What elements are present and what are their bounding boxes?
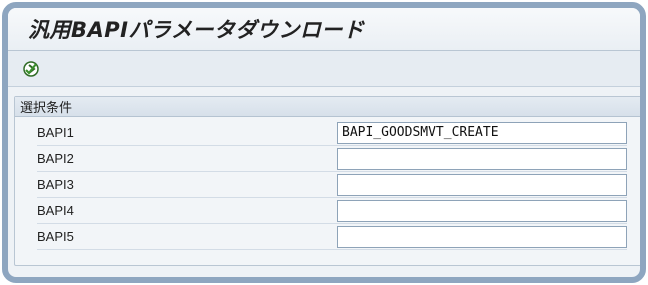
title-bar: 汎用BAPIパラメータダウンロード <box>8 8 640 51</box>
application-toolbar <box>8 51 640 87</box>
field-row-bapi1: BAPI1 <box>37 120 627 146</box>
field-row-bapi3: BAPI3 <box>37 172 627 198</box>
field-input-bapi4[interactable] <box>337 199 627 222</box>
group-title: 選択条件 <box>15 97 640 117</box>
field-input-bapi5[interactable] <box>337 225 627 248</box>
page-title: 汎用BAPIパラメータダウンロード <box>28 18 365 42</box>
field-input-bapi3[interactable] <box>337 173 627 196</box>
field-label-bapi5: BAPI5 <box>37 229 74 244</box>
field-row-bapi2: BAPI2 <box>37 146 627 172</box>
field-row-bapi4: BAPI4 <box>37 198 627 224</box>
main-content: 選択条件 BAPI1 BAPI2 BAPI3 BAPI4 <box>8 87 640 266</box>
selection-criteria-group: 選択条件 BAPI1 BAPI2 BAPI3 BAPI4 <box>14 96 640 266</box>
field-list: BAPI1 BAPI2 BAPI3 BAPI4 BAPI5 <box>15 117 640 250</box>
field-row-bapi5: BAPI5 <box>37 224 627 250</box>
execute-icon <box>23 60 39 77</box>
field-label-bapi1: BAPI1 <box>37 125 74 140</box>
field-input-bapi1[interactable] <box>337 121 627 144</box>
field-label-bapi3: BAPI3 <box>37 177 74 192</box>
window-frame: 汎用BAPIパラメータダウンロード 選択条件 BAPI1 BAPI2 <box>2 2 646 283</box>
field-label-bapi2: BAPI2 <box>37 151 74 166</box>
field-label-bapi4: BAPI4 <box>37 203 74 218</box>
field-input-bapi2[interactable] <box>337 147 627 170</box>
execute-button[interactable] <box>20 58 42 80</box>
